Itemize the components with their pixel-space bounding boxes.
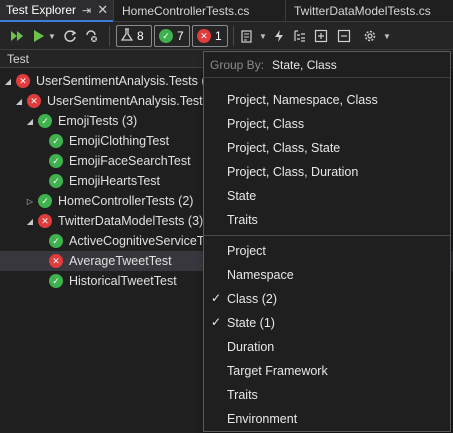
menu-item-label: Environment <box>227 412 298 426</box>
run-dropdown-chevron-icon[interactable]: ▼ <box>48 27 56 45</box>
passed-tests-counter[interactable]: ✓ 7 <box>154 25 190 47</box>
failed-status-icon: ✕ <box>38 214 52 228</box>
collapsed-chevron-icon[interactable]: ▷ <box>25 197 35 206</box>
menu-item-duration[interactable]: Duration <box>204 335 450 359</box>
passed-count: 7 <box>177 29 184 43</box>
tab-twitter-data-model-tests[interactable]: TwitterDataModelTests.cs <box>285 0 453 22</box>
tree-row-label: EmojiTests (3) <box>58 114 138 128</box>
menu-item-namespace[interactable]: Namespace <box>204 263 450 287</box>
menu-item-label: Duration <box>227 340 275 354</box>
group-by-label: Group By: <box>210 57 265 72</box>
menu-item-label: Traits <box>227 388 258 402</box>
menu-item-label: Project, Class, State <box>227 141 341 155</box>
menu-item-label: State (1) <box>227 316 275 330</box>
flask-icon <box>120 27 134 45</box>
playlist-dropdown-chevron-icon[interactable]: ▼ <box>259 27 267 45</box>
settings-dropdown-chevron-icon[interactable]: ▼ <box>383 27 391 45</box>
tab-test-explorer[interactable]: Test Explorer ⇥ ✕ <box>0 0 113 22</box>
menu-item-preset[interactable]: Project, Class, Duration <box>204 160 450 184</box>
menu-item-state[interactable]: ✓ State (1) <box>204 311 450 335</box>
menu-item-label: Class (2) <box>227 292 278 306</box>
expanded-chevron-icon[interactable]: ◢ <box>3 77 13 86</box>
gear-icon[interactable] <box>362 27 378 45</box>
group-by-menu: Group By: State, Class Project, Namespac… <box>203 51 451 432</box>
failed-status-icon: ✕ <box>27 94 41 108</box>
tree-row-label: UserSentimentAnalysis.Tests (8 <box>47 94 224 108</box>
repeat-last-run-icon[interactable] <box>62 27 78 45</box>
tree-row-label: HistoricalTweetTest <box>69 274 177 288</box>
toolbar: ▼ 8 ✓ 7 ✕ 1 ▼ ▼ <box>0 22 453 50</box>
tree-row-label: EmojiClothingTest <box>69 134 170 148</box>
tab-title: Test Explorer <box>6 3 77 17</box>
tree-row-label: ActiveCognitiveServiceTe <box>69 234 211 248</box>
menu-item-label: Project, Class <box>227 117 305 131</box>
failed-count: 1 <box>215 29 222 43</box>
run-icon[interactable] <box>32 27 46 45</box>
expand-all-icon[interactable] <box>313 27 329 45</box>
menu-item-label: Project <box>227 244 266 258</box>
hot-reload-icon[interactable] <box>271 27 287 45</box>
menu-item-preset[interactable]: Traits <box>204 208 450 232</box>
menu-item-label: Traits <box>227 213 258 227</box>
failed-status-icon: ✕ <box>16 74 30 88</box>
menu-item-class[interactable]: ✓ Class (2) <box>204 287 450 311</box>
menu-item-preset[interactable]: Project, Class, State <box>204 136 450 160</box>
expanded-chevron-icon[interactable]: ◢ <box>25 117 35 126</box>
total-count: 8 <box>137 29 144 43</box>
menu-item-label: Target Framework <box>227 364 328 378</box>
tree-row-label: EmojiFaceSearchTest <box>69 154 191 168</box>
toolbar-separator <box>233 26 234 46</box>
checkmark-icon: ✓ <box>211 315 222 329</box>
menu-item-target-framework[interactable]: Target Framework <box>204 359 450 383</box>
failed-status-icon: ✕ <box>49 254 63 268</box>
column-header-label: Test <box>7 51 30 66</box>
group-by-value: State, Class <box>272 57 337 72</box>
group-by-icon[interactable] <box>292 27 308 45</box>
expanded-chevron-icon[interactable]: ◢ <box>14 97 24 106</box>
menu-item-label: Namespace <box>227 268 294 282</box>
menu-item-traits[interactable]: Traits <box>204 383 450 407</box>
group-by-header: Group By: State, Class <box>204 52 450 78</box>
passed-status-icon: ✓ <box>49 274 63 288</box>
tab-home-controller-tests[interactable]: HomeControllerTests.cs <box>113 0 285 22</box>
menu-item-label: Project, Namespace, Class <box>227 93 378 107</box>
refresh-icon[interactable] <box>83 27 99 45</box>
checkmark-icon: ✓ <box>211 291 222 305</box>
menu-item-preset[interactable]: State <box>204 184 450 208</box>
menu-item-preset[interactable]: Project, Class <box>204 112 450 136</box>
tab-label: TwitterDataModelTests.cs <box>294 4 431 18</box>
passed-status-icon: ✓ <box>49 174 63 188</box>
menu-item-label: State <box>227 189 257 203</box>
tab-strip: Test Explorer ⇥ ✕ HomeControllerTests.cs… <box>0 0 453 22</box>
pin-icon[interactable]: ⇥ <box>82 4 91 17</box>
close-icon[interactable]: ✕ <box>97 2 108 18</box>
menu-item-preset[interactable]: Project, Namespace, Class <box>204 88 450 112</box>
toolbar-separator <box>109 26 110 46</box>
menu-item-label: Project, Class, Duration <box>227 165 359 179</box>
tree-row-label: AverageTweetTest <box>69 254 172 268</box>
tree-row-label: EmojiHeartsTest <box>69 174 160 188</box>
tree-row-label: TwitterDataModelTests (3) <box>58 214 204 228</box>
failed-icon: ✕ <box>197 29 211 43</box>
failed-tests-counter[interactable]: ✕ 1 <box>192 25 228 47</box>
passed-status-icon: ✓ <box>49 134 63 148</box>
menu-item-project[interactable]: Project <box>204 239 450 263</box>
expanded-chevron-icon[interactable]: ◢ <box>25 217 35 226</box>
run-all-icon[interactable] <box>8 27 24 45</box>
tree-row-label: UserSentimentAnalysis.Tests (8 <box>36 74 213 88</box>
passed-status-icon: ✓ <box>38 194 52 208</box>
passed-icon: ✓ <box>159 29 173 43</box>
menu-separator <box>204 235 450 236</box>
passed-status-icon: ✓ <box>38 114 52 128</box>
passed-status-icon: ✓ <box>49 154 63 168</box>
collapse-all-icon[interactable] <box>336 27 352 45</box>
playlist-icon[interactable] <box>239 27 255 45</box>
total-tests-counter[interactable]: 8 <box>116 25 152 47</box>
menu-item-environment[interactable]: Environment <box>204 407 450 431</box>
tree-row-label: HomeControllerTests (2) <box>58 194 194 208</box>
passed-status-icon: ✓ <box>49 234 63 248</box>
tab-label: HomeControllerTests.cs <box>122 4 250 18</box>
